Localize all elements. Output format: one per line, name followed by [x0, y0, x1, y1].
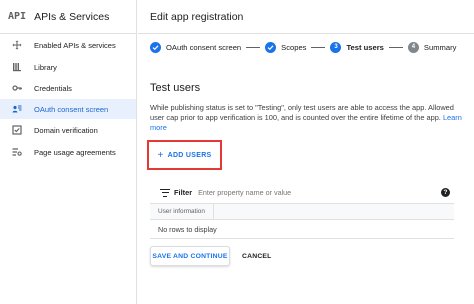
add-users-label: ADD USERS	[167, 151, 212, 159]
sidebar-item-oauth-consent[interactable]: OAuth consent screen	[0, 99, 136, 119]
filter-bar: Filter ?	[150, 182, 454, 204]
test-users-table: Filter ? User information No rows to dis…	[150, 182, 454, 239]
sidebar-item-label: Domain verification	[34, 125, 98, 135]
help-icon[interactable]: ?	[441, 188, 450, 197]
step-label: OAuth consent screen	[166, 42, 242, 52]
key-icon	[12, 83, 22, 93]
sidebar-item-label: OAuth consent screen	[34, 104, 109, 114]
checkbox-icon	[12, 125, 22, 135]
form-actions: SAVE AND CONTINUE CANCEL	[150, 246, 272, 266]
highlight-box: + ADD USERS	[147, 140, 222, 170]
description-text: While publishing status is set to "Testi…	[150, 103, 454, 122]
sidebar-header: API APIs & Services	[0, 0, 136, 34]
sidebar-item-label: Enabled APIs & services	[34, 40, 116, 50]
sidebar-title: APIs & Services	[34, 10, 110, 23]
step-test-users[interactable]: 3 Test users	[330, 41, 384, 53]
sidebar-item-page-usage[interactable]: Page usage agreements	[0, 142, 136, 162]
check-icon	[150, 41, 161, 53]
api-logo: API	[8, 11, 27, 22]
filter-label: Filter	[174, 188, 193, 197]
column-header-user-info[interactable]: User information	[150, 204, 214, 219]
add-users-button[interactable]: + ADD USERS	[157, 150, 211, 161]
page-title: Edit app registration	[138, 0, 474, 34]
step-label: Test users	[346, 42, 384, 52]
step-number: 3	[330, 41, 342, 53]
step-divider	[246, 46, 261, 48]
step-divider	[311, 46, 326, 48]
step-divider	[388, 46, 403, 48]
sidebar-item-library[interactable]: Library	[0, 57, 136, 77]
consent-icon	[12, 104, 22, 114]
sidebar-item-domain-verification[interactable]: Domain verification	[0, 120, 136, 140]
library-icon	[12, 62, 22, 72]
sidebar-item-label: Credentials	[34, 83, 72, 93]
description: While publishing status is set to "Testi…	[150, 103, 465, 133]
stepper: OAuth consent screen Scopes 3 Test users…	[150, 38, 456, 56]
sidebar: API APIs & Services Enabled APIs & servi…	[0, 0, 137, 304]
step-number: 4	[407, 41, 419, 53]
plus-icon: +	[157, 149, 164, 161]
step-summary[interactable]: 4 Summary	[407, 41, 457, 53]
sidebar-item-enabled-apis[interactable]: Enabled APIs & services	[0, 35, 136, 55]
sidebar-item-label: Library	[34, 62, 57, 72]
check-icon	[265, 41, 277, 53]
main-content: Edit app registration OAuth consent scre…	[138, 0, 474, 304]
filter-input[interactable]	[198, 188, 399, 197]
step-label: Summary	[423, 42, 457, 52]
diamond-move-icon	[12, 40, 22, 50]
step-oauth-consent[interactable]: OAuth consent screen	[150, 41, 242, 53]
cancel-button[interactable]: CANCEL	[242, 253, 272, 260]
table-header: User information	[150, 204, 454, 220]
step-scopes[interactable]: Scopes	[265, 41, 307, 53]
settings-list-icon	[12, 147, 22, 157]
section-title: Test users	[150, 82, 201, 94]
empty-message: No rows to display	[158, 224, 217, 234]
sidebar-item-label: Page usage agreements	[34, 147, 116, 157]
filter-icon[interactable]	[160, 188, 170, 197]
save-and-continue-button[interactable]: SAVE AND CONTINUE	[150, 246, 230, 266]
step-label: Scopes	[281, 42, 307, 52]
sidebar-item-credentials[interactable]: Credentials	[0, 78, 136, 98]
